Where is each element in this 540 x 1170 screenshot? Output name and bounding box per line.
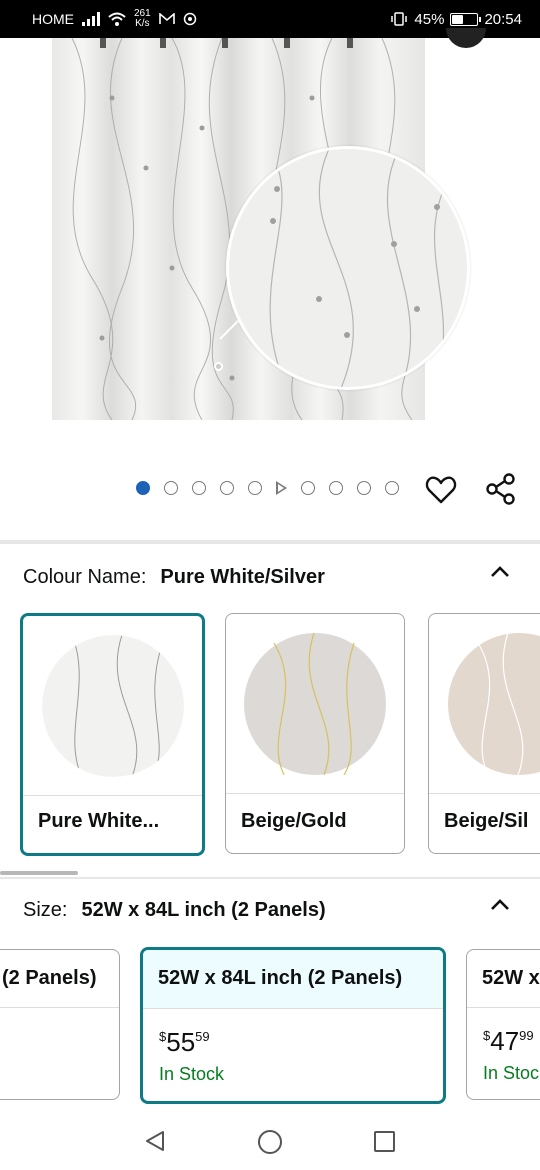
back-icon[interactable]	[144, 1130, 166, 1152]
notification-icon	[183, 12, 196, 26]
horizontal-scrollbar[interactable]	[0, 871, 78, 875]
size-label: Size:	[23, 899, 68, 921]
size-option-next[interactable]: 52W x $4799 In Stoc	[466, 949, 540, 1100]
chevron-up-icon[interactable]	[488, 560, 512, 584]
wifi-icon	[108, 12, 126, 26]
colour-options: Pure White... Beige/Gold Beige/Sil	[0, 613, 540, 858]
colour-header: Colour Name: Pure White/Silver	[23, 566, 325, 589]
carousel-dot[interactable]	[136, 481, 150, 495]
price: $4799	[483, 1026, 534, 1056]
swatch-image	[429, 614, 540, 794]
size-header: Size: 52W x 84L inch (2 Panels)	[23, 899, 326, 922]
colour-option-beige-silver[interactable]: Beige/Sil	[428, 613, 540, 854]
swatch-label: Pure White...	[38, 810, 160, 832]
battery-icon	[450, 12, 482, 26]
carousel-dot[interactable]	[164, 481, 178, 495]
swatch-image	[23, 616, 202, 796]
swatch-circle	[244, 632, 386, 775]
stock-status: In Stoc	[483, 1063, 540, 1083]
vibrate-icon	[391, 12, 408, 26]
stock-status: In Stock	[159, 1064, 225, 1084]
carousel-dot[interactable]	[248, 481, 262, 495]
swatch-circle	[448, 632, 540, 775]
colour-selected-value: Pure White/Silver	[160, 566, 325, 588]
carousel-dot[interactable]	[357, 481, 371, 495]
carousel-dot[interactable]	[220, 481, 234, 495]
size-options: (2 Panels) 52W x 84L inch (2 Panels) $55…	[0, 947, 540, 1107]
size-option-previous[interactable]: (2 Panels)	[0, 949, 120, 1100]
section-divider	[0, 877, 540, 879]
zoom-origin-dot	[214, 362, 223, 371]
carousel-dot[interactable]	[301, 481, 315, 495]
section-divider	[0, 540, 540, 544]
swatch-label: Beige/Gold	[241, 810, 347, 832]
clock: 20:54	[484, 10, 522, 28]
size-option-52w-84l[interactable]: 52W x 84L inch (2 Panels) $5559 In Stock	[140, 947, 446, 1104]
image-carousel-controls	[0, 470, 540, 510]
colour-option-pure-white[interactable]: Pure White...	[20, 613, 205, 856]
carousel-dot[interactable]	[385, 481, 399, 495]
heart-icon[interactable]	[425, 474, 457, 506]
price: $5559	[159, 1027, 210, 1057]
zoom-detail-circle	[226, 146, 470, 390]
swatch-label: Beige/Sil	[444, 810, 529, 832]
size-option-label: 52W x	[467, 950, 540, 1008]
close-overlay-button[interactable]	[446, 28, 486, 48]
home-icon[interactable]	[258, 1130, 282, 1154]
carousel-dot[interactable]	[192, 481, 206, 495]
battery-percent: 45%	[414, 10, 445, 28]
size-option-label: 52W x 84L inch (2 Panels)	[143, 950, 443, 1009]
product-image[interactable]	[0, 28, 540, 458]
carousel-dot[interactable]	[329, 481, 343, 495]
carrier-label: HOME	[32, 11, 74, 27]
size-option-label: (2 Panels)	[0, 950, 119, 1008]
swatch-circle	[41, 634, 184, 777]
network-speed: 261 K/s	[134, 8, 151, 29]
carousel-video-indicator[interactable]	[276, 481, 287, 495]
recents-icon[interactable]	[374, 1131, 395, 1152]
colour-label: Colour Name:	[23, 566, 147, 588]
share-icon[interactable]	[484, 472, 518, 506]
carousel-dots	[136, 481, 399, 495]
swatch-image	[226, 614, 404, 794]
chevron-up-icon[interactable]	[488, 893, 512, 917]
system-nav-bar	[0, 1110, 540, 1170]
signal-icon	[82, 12, 100, 26]
colour-option-beige-gold[interactable]: Beige/Gold	[225, 613, 405, 854]
mail-icon	[158, 13, 175, 24]
size-selected-value: 52W x 84L inch (2 Panels)	[81, 899, 326, 921]
